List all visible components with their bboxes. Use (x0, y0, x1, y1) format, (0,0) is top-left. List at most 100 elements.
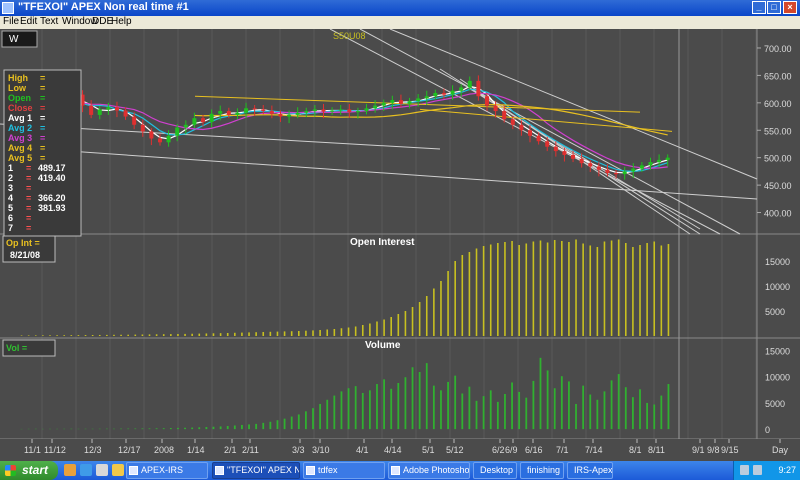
candle-body (614, 173, 619, 175)
legend-label: Close (8, 103, 33, 113)
quicklaunch-ie-icon[interactable] (80, 464, 92, 476)
menu-text[interactable]: Text (40, 16, 58, 27)
candle-body (183, 124, 188, 128)
menu-file[interactable]: File (3, 16, 19, 27)
candle-body (244, 108, 249, 113)
candle-body (519, 124, 524, 131)
x-tick-label: 6/2 (492, 445, 505, 455)
candle-body (140, 124, 145, 132)
legend-label: Avg 1 (8, 113, 32, 123)
x-tick-label: 2/11 (242, 445, 259, 455)
candle-body (579, 158, 584, 164)
price-y-tick: 650.00 (764, 71, 792, 81)
app-icon[interactable] (2, 2, 14, 14)
contract-annotation: S50U08 (333, 31, 366, 41)
candle-body (123, 110, 128, 117)
oi-legend-label: Op Int = (6, 238, 40, 248)
legend-separator: = (40, 153, 45, 163)
quicklaunch-mail-icon[interactable] (112, 464, 124, 476)
legend-label: 4 (8, 193, 13, 203)
close-button[interactable]: × (783, 1, 797, 14)
candle-body (304, 111, 309, 113)
clock[interactable]: 9:27 (778, 461, 796, 480)
x-tick-label: 5/1 (422, 445, 435, 455)
candle-body (424, 96, 429, 99)
quicklaunch-desktop-icon[interactable] (96, 464, 108, 476)
menu-help[interactable]: Help (111, 16, 132, 27)
taskbar-button-irs-apexd[interactable]: IRS-Apexd (567, 462, 613, 479)
start-button[interactable]: start (0, 461, 58, 480)
tray-volume-icon[interactable] (753, 465, 762, 475)
candle-body (235, 112, 240, 115)
candle-body (278, 113, 283, 117)
x-tick-label: 8/11 (648, 445, 665, 455)
taskbar-button-apex-irs[interactable]: APEX-IRS (126, 462, 208, 479)
menu-edit[interactable]: Edit (20, 16, 37, 27)
taskbar-button-label: Desktop (480, 465, 514, 475)
legend-label: 3 (8, 183, 13, 193)
taskbar-button-label: "TFEXOI" APEX N... (227, 465, 299, 475)
taskbar-button-photoshop[interactable]: Adobe Photoshop (388, 462, 470, 479)
legend-value: 366.20 (38, 193, 66, 203)
x-tick-label: 7/1 (556, 445, 569, 455)
taskbar-button-tfexoi[interactable]: "TFEXOI" APEX N... (212, 462, 300, 479)
candle-body (467, 80, 472, 88)
candle-body (553, 146, 558, 152)
x-tick-label: 6/9 (505, 445, 518, 455)
x-tick-label: 12/3 (84, 445, 102, 455)
taskbar-button-label: tdfex (318, 465, 338, 475)
x-tick-label: 12/17 (118, 445, 141, 455)
volume-panel-title: Volume (365, 340, 401, 351)
taskbar-button-desktop[interactable]: Desktop (473, 462, 517, 479)
taskbar: start APEX-IRS "TFEXOI" APEX N... tdfex … (0, 461, 800, 480)
x-tick-label: 9/15 (721, 445, 739, 455)
tray-network-icon[interactable] (740, 465, 749, 475)
candle-body (295, 112, 300, 115)
x-tick-label: 7/14 (585, 445, 603, 455)
candle-body (502, 111, 507, 120)
x-tick-label: Day (772, 445, 789, 455)
x-tick-label: 4/14 (384, 445, 402, 455)
candle-body (545, 141, 550, 147)
legend-value: 381.93 (38, 203, 66, 213)
taskbar-button-tdfex[interactable]: tdfex (303, 462, 385, 479)
x-tick-label: 4/1 (356, 445, 369, 455)
candle-body (648, 162, 653, 166)
price-y-tick: 450.00 (764, 181, 792, 191)
legend-separator: = (40, 123, 45, 133)
legend-label: High (8, 73, 28, 83)
legend-separator: = (26, 173, 31, 183)
title-bar: "TFEXOI" APEX Non real time #1 _ □ × (0, 0, 800, 16)
x-tick-label: 3/3 (292, 445, 305, 455)
oi-legend: Op Int = 8/21/08 (2, 235, 56, 263)
legend-separator: = (26, 213, 31, 223)
candle-body (493, 105, 498, 112)
menu-dde[interactable]: DDE (92, 16, 113, 27)
candle-body (97, 109, 102, 115)
candle-body (450, 90, 455, 95)
candle-body (605, 169, 610, 174)
candle-body (571, 154, 576, 159)
candle-body (528, 130, 533, 136)
candle-body (114, 107, 119, 111)
candle-body (312, 109, 317, 112)
legend-label: 5 (8, 203, 13, 213)
period-box[interactable]: W (1, 30, 38, 48)
chart-area[interactable]: 700.00 650.00 600.00 550.00 500.00 450.00 400.… (0, 29, 800, 461)
volume-y-tick: 5000 (765, 399, 785, 409)
legend-separator: = (26, 203, 31, 213)
legend-label: 7 (8, 223, 13, 233)
candle-body (132, 116, 137, 125)
candle-body (201, 118, 206, 123)
legend-separator: = (40, 93, 45, 103)
oi-y-tick: 5000 (765, 307, 785, 317)
maximize-button[interactable]: □ (767, 1, 781, 14)
x-axis-ticks: 11/1 11/12 12/3 12/17 2008 1/14 2/1 2/11 3/3 3/10… (0, 439, 800, 461)
taskbar-button-label: finishing (527, 465, 561, 475)
candle-body (287, 114, 292, 117)
taskbar-button-finishing[interactable]: finishing (520, 462, 564, 479)
candle-body (639, 165, 644, 169)
quicklaunch-folder-icon[interactable] (64, 464, 76, 476)
oi-y-tick: 15000 (765, 257, 790, 267)
minimize-button[interactable]: _ (752, 1, 766, 14)
